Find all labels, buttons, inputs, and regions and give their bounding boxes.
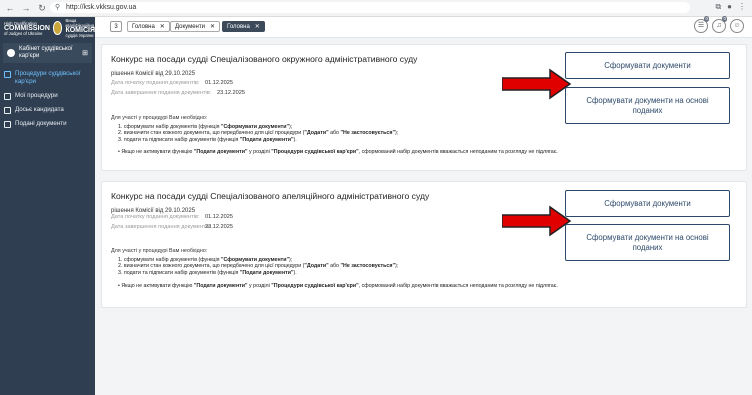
sidebar-item-procedures[interactable]: Процедури суддівської кар'єри	[0, 67, 95, 89]
url-text: http://ksk.vkksu.gov.ua	[66, 4, 137, 11]
note-text: Якщо не активувати функцію "Подати докум…	[121, 149, 558, 155]
forward-icon[interactable]: →	[20, 2, 32, 14]
collapse-icon[interactable]: ⊞	[82, 49, 88, 57]
card-decision: рішення Комісії від 29.10.2025	[111, 71, 196, 77]
cabinet-header[interactable]: Кабінет суддівської кар'єри ⊞	[3, 43, 92, 63]
procedure-card: Конкурс на посади судді Спеціалізованого…	[101, 181, 747, 308]
sidebar-item-my-procedures[interactable]: Мої процедури	[0, 89, 95, 103]
folder-icon	[4, 93, 11, 100]
tab-label: Документи	[175, 24, 205, 30]
step-text: визначити стан кожного документа, що пер…	[123, 130, 399, 137]
tab-label: Головна	[227, 24, 250, 30]
sidebar-item-label: Процедури суддівської кар'єри	[15, 70, 81, 85]
header-icons: ☰ 0 ♫ 0 ☺	[694, 16, 744, 33]
close-icon[interactable]: ✕	[255, 22, 260, 31]
sidebar: High Qualification COMMISSION of Judges …	[0, 17, 95, 395]
documents-icon	[4, 121, 11, 128]
tab-count[interactable]: 3	[110, 21, 122, 32]
tab-home-active[interactable]: Головна ✕	[222, 21, 265, 32]
generate-documents-button[interactable]: Сформувати документи	[565, 190, 730, 217]
browser-toolbar: ← → ↻ ⚲ http://ksk.vkksu.gov.ua ⧉ ● ⋮	[0, 0, 752, 17]
cabinet-label: Кабінет суддівської кар'єри	[19, 46, 73, 59]
end-date-value: 23.12.2025	[205, 224, 233, 230]
step-text: сформувати набір документів (функція "Сф…	[123, 257, 293, 263]
generate-documents-based-button[interactable]: Сформувати документи на основі поданих	[565, 87, 730, 124]
step-item: 3. подати та підписати набір документів …	[118, 136, 297, 143]
step-item: 3. подати та підписати набір документів …	[118, 269, 297, 276]
instructions-intro: Для участі у процедурі Вам необхідно:	[111, 248, 208, 254]
instructions-intro: Для участі у процедурі Вам необхідно:	[111, 115, 208, 121]
sidebar-item-label: Подані документи	[15, 120, 67, 127]
end-date-label: Дата завершення подання документів:	[111, 90, 212, 96]
note: • Якщо не активувати функцію "Подати док…	[118, 283, 558, 289]
tabs-bar: 3 Головна ✕ Документи ✕ Головна ✕ ☰ 0 ♫ 0 …	[95, 16, 752, 38]
profile-icon[interactable]: ●	[727, 2, 732, 12]
sidebar-item-submitted-documents[interactable]: Подані документи	[0, 117, 95, 131]
close-icon[interactable]: ✕	[160, 22, 165, 31]
card-title: Конкурс на посади судді Спеціалізованого…	[111, 54, 418, 64]
generate-documents-based-button[interactable]: Сформувати документи на основі поданих	[565, 224, 730, 261]
logo[interactable]: High Qualification COMMISSION of Judges …	[0, 17, 95, 39]
badge: 0	[704, 16, 709, 22]
note-text: Якщо не активувати функцію "Подати докум…	[121, 283, 558, 289]
back-icon[interactable]: ←	[4, 2, 16, 14]
start-date-value: 01.12.2025	[205, 214, 233, 220]
step-text: подати та підписати набір документів (фу…	[123, 269, 297, 276]
list-icon[interactable]: ☰ 0	[694, 16, 709, 33]
site-info-icon[interactable]: ⚲	[55, 2, 60, 13]
procedures-icon	[4, 71, 11, 78]
start-date-value: 01.12.2025	[205, 80, 233, 86]
end-date-value: 23.12.2025	[217, 90, 245, 96]
menu-icon[interactable]: ⋮	[738, 2, 746, 12]
procedure-card: Конкурс на посади судді Спеціалізованого…	[101, 44, 747, 171]
sidebar-item-dossier[interactable]: Досьє кандидата	[0, 103, 95, 117]
red-arrow-icon	[502, 68, 572, 100]
reload-icon[interactable]: ↻	[36, 2, 48, 14]
red-arrow-icon	[502, 205, 572, 237]
badge: 0	[722, 16, 727, 22]
generate-documents-button[interactable]: Сформувати документи	[565, 52, 730, 79]
steps-list: 1. сформувати набір документів (функція …	[118, 124, 398, 143]
start-date-label: Дата початку подання документів:	[111, 80, 200, 86]
extensions-icon[interactable]: ⧉	[715, 2, 721, 12]
bell-icon[interactable]: ♫ 0	[712, 16, 727, 33]
address-bar[interactable]: ⚲ http://ksk.vkksu.gov.ua	[50, 2, 690, 13]
logo-line-2: COMMISSION	[4, 24, 50, 32]
sidebar-item-label: Мої процедури	[15, 92, 58, 99]
logo-ua-line-3: суддів України	[65, 33, 94, 38]
sidebar-item-label: Досьє кандидата	[15, 106, 64, 113]
start-date-label: Дата початку подання документів:	[111, 214, 200, 220]
tab-label: Головна	[132, 24, 155, 30]
end-date-label: Дата завершення подання документів:	[111, 224, 212, 230]
step-text: визначити стан кожного документа, що пер…	[123, 263, 399, 270]
step-text: сформувати набір документів (функція "Сф…	[123, 124, 293, 130]
user-menu-icon[interactable]: ☺	[730, 19, 744, 33]
note: • Якщо не активувати функцію "Подати док…	[118, 149, 558, 155]
step-text: подати та підписати набір документів (фу…	[123, 136, 297, 143]
dossier-icon	[4, 107, 11, 114]
card-title: Конкурс на посади судді Спеціалізованого…	[111, 191, 430, 201]
steps-list: 1. сформувати набір документів (функція …	[118, 257, 398, 276]
close-icon[interactable]: ✕	[210, 22, 215, 31]
emblem-icon	[52, 21, 63, 35]
browser-actions: ⧉ ● ⋮	[715, 2, 746, 12]
tab-home[interactable]: Головна ✕	[127, 21, 170, 32]
tab-documents[interactable]: Документи ✕	[170, 21, 220, 32]
user-icon	[7, 49, 15, 57]
